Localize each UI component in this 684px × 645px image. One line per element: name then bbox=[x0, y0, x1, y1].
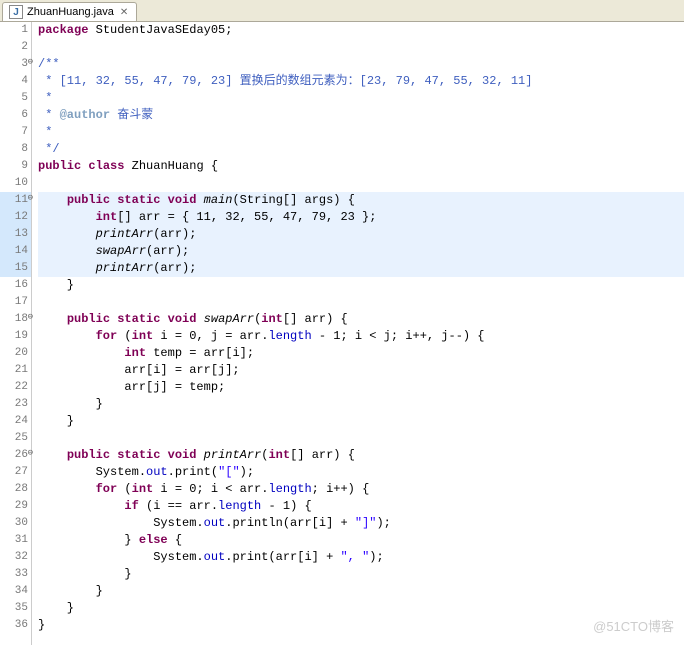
line-10 bbox=[38, 175, 684, 192]
line-20: int temp = arr[i]; bbox=[38, 345, 684, 362]
line-21: arr[i] = arr[j]; bbox=[38, 362, 684, 379]
line-number: 19 bbox=[0, 328, 31, 345]
line-number: 34 bbox=[0, 583, 31, 600]
line-number: 10 bbox=[0, 175, 31, 192]
fold-marker-icon[interactable]: ⊖ bbox=[24, 449, 33, 458]
line-27: System.out.print("["); bbox=[38, 464, 684, 481]
fold-marker-icon[interactable]: ⊖ bbox=[24, 194, 33, 203]
line-22: arr[j] = temp; bbox=[38, 379, 684, 396]
line-11: public static void main(String[] args) { bbox=[38, 192, 684, 209]
code-area[interactable]: package StudentJavaSEday05; /** * [11, 3… bbox=[32, 22, 684, 645]
fold-marker-icon[interactable]: ⊖ bbox=[24, 313, 33, 322]
file-tab[interactable]: J ZhuanHuang.java ✕ bbox=[2, 2, 137, 21]
line-number: 20 bbox=[0, 345, 31, 362]
line-number: 23 bbox=[0, 396, 31, 413]
line-6: * @author 奋斗蒙 bbox=[38, 107, 684, 124]
line-32: System.out.print(arr[i] + ", "); bbox=[38, 549, 684, 566]
line-number: 18⊖ bbox=[0, 311, 31, 328]
line-19: for (int i = 0, j = arr.length - 1; i < … bbox=[38, 328, 684, 345]
line-number: 21 bbox=[0, 362, 31, 379]
line-number: 33 bbox=[0, 566, 31, 583]
tab-filename: ZhuanHuang.java bbox=[27, 6, 114, 18]
line-number: 11⊖ bbox=[0, 192, 31, 209]
java-file-icon: J bbox=[9, 5, 23, 19]
line-number: 9 bbox=[0, 158, 31, 175]
code-editor: 123⊖4567891011⊖12131415161718⊖1920212223… bbox=[0, 22, 684, 645]
editor-tab-bar: J ZhuanHuang.java ✕ bbox=[0, 0, 684, 22]
line-8: */ bbox=[38, 141, 684, 158]
line-number: 16 bbox=[0, 277, 31, 294]
line-number: 5 bbox=[0, 90, 31, 107]
line-36: } bbox=[38, 617, 684, 634]
line-number: 12 bbox=[0, 209, 31, 226]
line-number: 8 bbox=[0, 141, 31, 158]
line-7: * bbox=[38, 124, 684, 141]
line-number: 24 bbox=[0, 413, 31, 430]
line-number: 31 bbox=[0, 532, 31, 549]
line-23: } bbox=[38, 396, 684, 413]
line-number: 3⊖ bbox=[0, 56, 31, 73]
line-number: 22 bbox=[0, 379, 31, 396]
line-3: /** bbox=[38, 56, 684, 73]
line-30: System.out.println(arr[i] + "]"); bbox=[38, 515, 684, 532]
line-number: 2 bbox=[0, 39, 31, 56]
line-number: 26⊖ bbox=[0, 447, 31, 464]
line-24: } bbox=[38, 413, 684, 430]
line-number: 4 bbox=[0, 73, 31, 90]
line-number: 36 bbox=[0, 617, 31, 634]
line-number: 6 bbox=[0, 107, 31, 124]
line-2 bbox=[38, 39, 684, 56]
line-number: 7 bbox=[0, 124, 31, 141]
line-34: } bbox=[38, 583, 684, 600]
line-1: package StudentJavaSEday05; bbox=[38, 22, 684, 39]
line-number: 28 bbox=[0, 481, 31, 498]
close-icon[interactable]: ✕ bbox=[120, 7, 128, 18]
line-31: } else { bbox=[38, 532, 684, 549]
fold-marker-icon[interactable]: ⊖ bbox=[24, 58, 33, 67]
line-13: printArr(arr); bbox=[38, 226, 684, 243]
line-9: public class ZhuanHuang { bbox=[38, 158, 684, 175]
line-4: * [11, 32, 55, 47, 79, 23] 置换后的数组元素为：[23… bbox=[38, 73, 684, 90]
line-number: 29 bbox=[0, 498, 31, 515]
watermark: @51CTO博客 bbox=[593, 616, 674, 635]
line-number: 27 bbox=[0, 464, 31, 481]
line-number: 35 bbox=[0, 600, 31, 617]
line-26: public static void printArr(int[] arr) { bbox=[38, 447, 684, 464]
line-number: 14 bbox=[0, 243, 31, 260]
line-number: 1 bbox=[0, 22, 31, 39]
line-number-gutter: 123⊖4567891011⊖12131415161718⊖1920212223… bbox=[0, 22, 32, 645]
line-number: 25 bbox=[0, 430, 31, 447]
line-18: public static void swapArr(int[] arr) { bbox=[38, 311, 684, 328]
line-14: swapArr(arr); bbox=[38, 243, 684, 260]
line-number: 32 bbox=[0, 549, 31, 566]
line-number: 30 bbox=[0, 515, 31, 532]
line-17 bbox=[38, 294, 684, 311]
line-28: for (int i = 0; i < arr.length; i++) { bbox=[38, 481, 684, 498]
line-number: 13 bbox=[0, 226, 31, 243]
line-33: } bbox=[38, 566, 684, 583]
line-12: int[] arr = { 11, 32, 55, 47, 79, 23 }; bbox=[38, 209, 684, 226]
line-5: * bbox=[38, 90, 684, 107]
line-25 bbox=[38, 430, 684, 447]
line-15: printArr(arr); bbox=[38, 260, 684, 277]
line-number: 15 bbox=[0, 260, 31, 277]
line-35: } bbox=[38, 600, 684, 617]
line-29: if (i == arr.length - 1) { bbox=[38, 498, 684, 515]
line-16: } bbox=[38, 277, 684, 294]
line-number: 17 bbox=[0, 294, 31, 311]
